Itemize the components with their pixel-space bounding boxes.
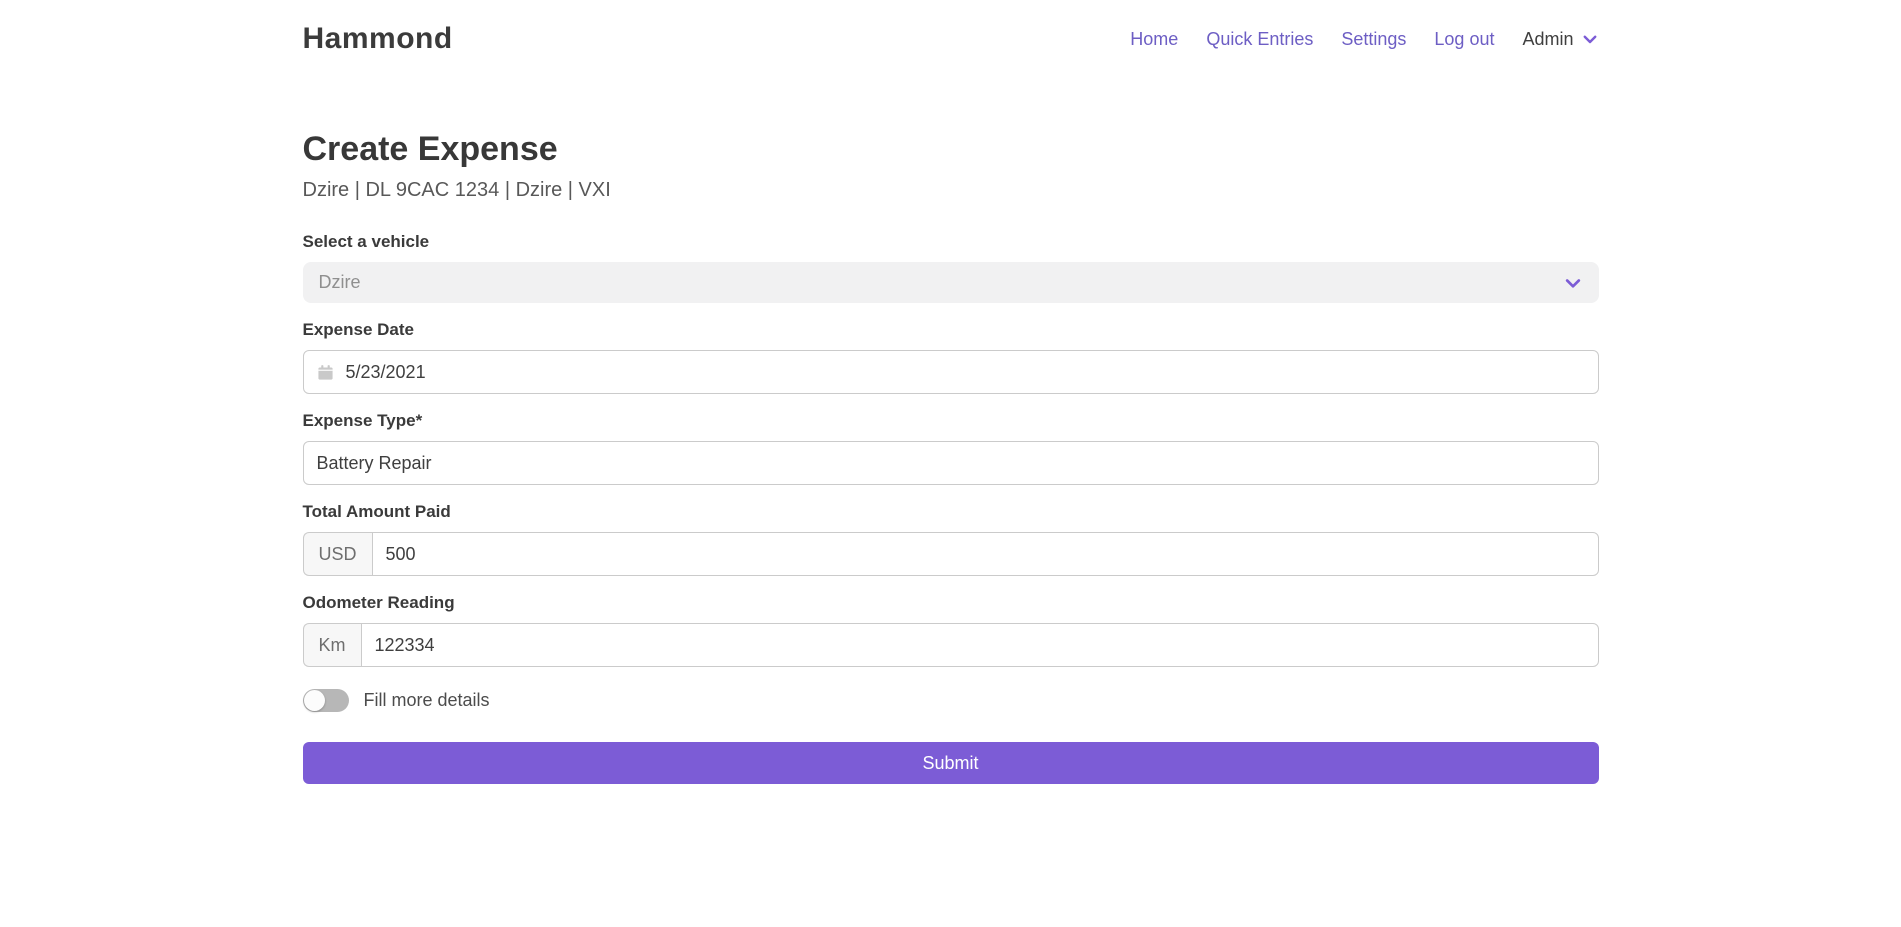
- chevron-down-icon: [1563, 273, 1583, 293]
- expense-type-field-group: Expense Type*: [303, 411, 1599, 485]
- vehicle-select-value: Dzire: [319, 272, 361, 293]
- brand-logo[interactable]: Hammond: [303, 22, 453, 56]
- expense-date-field-group: Expense Date: [303, 320, 1599, 394]
- total-amount-label: Total Amount Paid: [303, 502, 1599, 522]
- fill-more-details-toggle[interactable]: [303, 689, 349, 712]
- user-menu-admin[interactable]: Admin: [1522, 29, 1598, 50]
- nav-link-settings[interactable]: Settings: [1341, 29, 1406, 50]
- fill-more-details-label: Fill more details: [364, 690, 490, 711]
- nav-link-logout[interactable]: Log out: [1434, 29, 1494, 50]
- nav-link-quick-entries[interactable]: Quick Entries: [1206, 29, 1313, 50]
- odometer-input[interactable]: [361, 623, 1599, 667]
- odometer-field-group: Odometer Reading Km: [303, 593, 1599, 667]
- total-amount-field-group: Total Amount Paid USD: [303, 502, 1599, 576]
- odometer-input-group: Km: [303, 623, 1599, 667]
- chevron-down-icon: [1581, 30, 1599, 48]
- create-expense-form: Create Expense Dzire | DL 9CAC 1234 | Dz…: [303, 78, 1599, 784]
- currency-unit-addon: USD: [303, 532, 372, 576]
- distance-unit-addon: Km: [303, 623, 361, 667]
- odometer-label: Odometer Reading: [303, 593, 1599, 613]
- user-menu-label: Admin: [1522, 29, 1573, 50]
- page-title: Create Expense: [303, 130, 1599, 169]
- expense-date-input-wrap: [303, 350, 1599, 394]
- total-amount-input-group: USD: [303, 532, 1599, 576]
- vehicle-summary: Dzire | DL 9CAC 1234 | Dzire | VXI: [303, 179, 1599, 202]
- vehicle-field-group: Select a vehicle Dzire: [303, 232, 1599, 303]
- vehicle-label: Select a vehicle: [303, 232, 1599, 252]
- expense-date-input[interactable]: [344, 361, 1585, 384]
- fill-more-details-row: Fill more details: [303, 689, 1599, 712]
- top-navbar: Hammond Home Quick Entries Settings Log …: [303, 0, 1599, 78]
- expense-type-input[interactable]: [303, 441, 1599, 485]
- nav-link-home[interactable]: Home: [1130, 29, 1178, 50]
- calendar-icon: [317, 364, 334, 381]
- vehicle-select[interactable]: Dzire: [303, 262, 1599, 303]
- page-container: Hammond Home Quick Entries Settings Log …: [303, 0, 1599, 784]
- expense-date-label: Expense Date: [303, 320, 1599, 340]
- total-amount-input[interactable]: [372, 532, 1599, 576]
- expense-type-label: Expense Type*: [303, 411, 1599, 431]
- toggle-knob: [304, 690, 325, 711]
- nav-links: Home Quick Entries Settings Log out Admi…: [1130, 29, 1598, 50]
- submit-button[interactable]: Submit: [303, 742, 1599, 784]
